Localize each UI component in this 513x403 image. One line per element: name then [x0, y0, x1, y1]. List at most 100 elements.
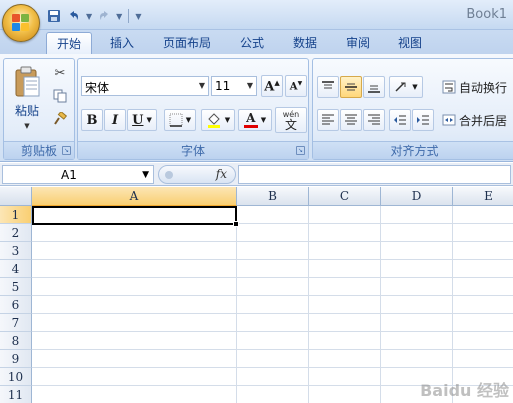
merge-center-button[interactable]: 合并后居 — [441, 109, 513, 131]
align-bottom-button[interactable] — [363, 76, 385, 98]
fill-color-button[interactable]: ▼ — [201, 109, 235, 131]
align-top-button[interactable] — [317, 76, 339, 98]
customize-qat-icon[interactable]: ▼ — [135, 12, 141, 21]
chevron-down-icon: ▼ — [142, 170, 149, 180]
font-name-value: 宋体 — [85, 81, 110, 95]
font-launcher-icon[interactable]: ↘ — [296, 146, 305, 155]
save-icon[interactable] — [46, 8, 62, 24]
row-header[interactable]: 6 — [0, 296, 32, 314]
orientation-button[interactable]: ▼ — [389, 76, 423, 98]
row-header[interactable]: 7 — [0, 314, 32, 332]
watermark: Baidu 经验 — [420, 381, 509, 400]
font-name-combo[interactable]: 宋体 ▼ — [81, 76, 209, 96]
underline-icon: U — [132, 112, 144, 128]
align-right-button[interactable] — [363, 109, 385, 131]
column-header[interactable]: D — [381, 187, 453, 206]
row-header[interactable]: 3 — [0, 242, 32, 260]
insert-function-button[interactable]: fx — [216, 167, 227, 181]
resize-grip-icon[interactable] — [165, 171, 173, 179]
gridline — [32, 331, 513, 332]
fill-handle[interactable] — [233, 221, 239, 227]
chevron-down-icon: ▼ — [185, 116, 192, 124]
align-center-icon — [345, 114, 357, 125]
align-middle-button[interactable] — [340, 76, 362, 98]
undo-icon[interactable] — [66, 8, 82, 24]
decrease-indent-icon — [394, 115, 406, 125]
column-header[interactable]: B — [237, 187, 309, 206]
gridline — [308, 206, 309, 403]
merge-center-label: 合并后居 — [459, 113, 508, 128]
decrease-indent-button[interactable] — [389, 109, 411, 131]
italic-icon: I — [111, 112, 119, 128]
copy-icon — [53, 89, 67, 103]
chevron-down-icon: ▼ — [260, 116, 267, 124]
tab-view[interactable]: 视图 — [390, 32, 430, 54]
grow-font-button[interactable]: A▲ — [261, 75, 283, 97]
row-header[interactable]: 11 — [0, 386, 32, 403]
row-header[interactable]: 5 — [0, 278, 32, 296]
name-box-value: A1 — [61, 168, 77, 182]
gridline — [32, 367, 513, 368]
align-right-icon — [368, 114, 380, 125]
active-cell-a1[interactable] — [32, 206, 237, 225]
formula-input[interactable] — [238, 165, 511, 184]
column-header[interactable]: E — [453, 187, 513, 206]
italic-button[interactable]: I — [104, 109, 126, 131]
increase-indent-button[interactable] — [412, 109, 434, 131]
window-title: Book1 — [466, 7, 507, 22]
align-bottom-icon — [368, 85, 380, 93]
row-header[interactable]: 4 — [0, 260, 32, 278]
row-header[interactable]: 2 — [0, 224, 32, 242]
copy-button[interactable] — [50, 86, 70, 106]
office-button[interactable] — [2, 4, 40, 42]
paste-icon — [15, 66, 40, 97]
cut-button[interactable]: ✂ — [50, 63, 70, 83]
borders-button[interactable]: ▼ — [164, 109, 196, 131]
tab-review[interactable]: 审阅 — [338, 32, 378, 54]
row-header[interactable]: 1 — [0, 206, 32, 224]
gridline — [32, 349, 513, 350]
format-painter-button[interactable] — [50, 109, 70, 129]
undo-dropdown-icon[interactable]: ▼ — [86, 12, 92, 21]
clipboard-launcher-icon[interactable]: ↘ — [62, 146, 71, 155]
paste-dropdown-icon: ▼ — [24, 122, 30, 130]
name-box[interactable]: A1 ▼ — [2, 165, 154, 184]
row-header[interactable]: 9 — [0, 350, 32, 368]
font-size-combo[interactable]: 11 ▼ — [211, 76, 257, 96]
tab-home[interactable]: 开始 — [46, 32, 92, 54]
redo-dropdown-icon[interactable]: ▼ — [116, 12, 122, 21]
bold-icon: B — [86, 112, 98, 128]
font-size-value: 11 — [215, 79, 231, 93]
wrap-text-button[interactable]: 自动换行 — [441, 76, 513, 98]
align-middle-icon — [345, 83, 357, 91]
alignment-group-label: 对齐方式 — [313, 141, 513, 159]
row-header[interactable]: 10 — [0, 368, 32, 386]
alignment-group: ▼ 自动换行 合并后居 对齐方式 — [312, 58, 513, 160]
underline-button[interactable]: U ▼ — [127, 109, 157, 131]
tab-formulas[interactable]: 公式 — [232, 32, 272, 54]
office-logo-icon — [12, 14, 30, 32]
row-header[interactable]: 8 — [0, 332, 32, 350]
column-header[interactable]: A — [32, 187, 237, 206]
spreadsheet-grid[interactable]: A B C D E 1 2 3 4 5 6 7 8 9 10 11 Baidu … — [0, 187, 513, 403]
paste-button[interactable]: 粘贴 ▼ — [8, 63, 46, 135]
select-all-corner[interactable] — [0, 187, 32, 206]
shrink-font-button[interactable]: A▼ — [285, 75, 307, 97]
redo-icon[interactable] — [96, 8, 112, 24]
tab-insert[interactable]: 插入 — [102, 32, 142, 54]
ribbon: 粘贴 ▼ ✂ 剪贴板 ↘ 宋体 ▼ 11 ▼ A▲ A▼ B I U ▼ ▼ ▼… — [0, 54, 513, 162]
title-bar: ▼ ▼ ▼ Book1 — [0, 0, 513, 42]
chevron-down-icon: ▼ — [412, 83, 418, 91]
bold-button[interactable]: B — [81, 109, 103, 131]
align-center-button[interactable] — [340, 109, 362, 131]
column-header[interactable]: C — [309, 187, 381, 206]
gridline — [452, 206, 453, 403]
gridline — [380, 206, 381, 403]
font-color-button[interactable]: A ▼ — [238, 109, 272, 131]
align-left-button[interactable] — [317, 109, 339, 131]
phonetic-guide-button[interactable]: wén 文 — [275, 107, 307, 133]
orientation-icon — [395, 82, 406, 92]
tab-data[interactable]: 数据 — [285, 32, 325, 54]
tab-page-layout[interactable]: 页面布局 — [156, 32, 218, 54]
formula-bar: A1 ▼ fx — [0, 163, 513, 186]
